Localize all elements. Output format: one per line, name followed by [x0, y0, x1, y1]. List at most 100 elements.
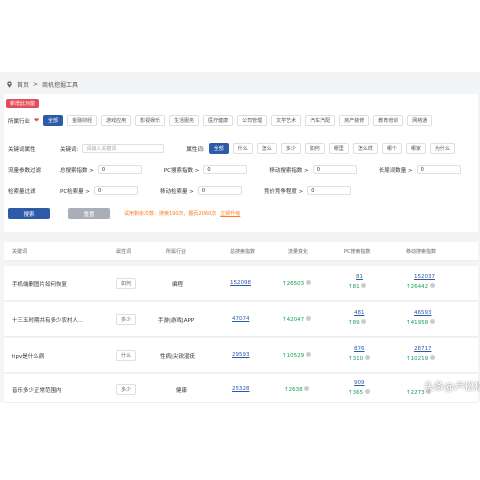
row-mobile-index[interactable]: 152037: [414, 274, 435, 280]
row-pc-change: ↑89: [348, 319, 367, 326]
actions-row: 搜索 重置 试用剩余次数：搜索190次，翻页2060次 立即升级: [8, 208, 240, 219]
pc-index-input[interactable]: 0: [203, 165, 248, 174]
trend-icon[interactable]: [305, 280, 311, 285]
column-header-traffic-change[interactable]: 流量变化: [288, 248, 308, 255]
longtail-count-input[interactable]: 0: [416, 165, 461, 174]
attr-option[interactable]: 为什么: [429, 143, 455, 154]
pc-volume-input[interactable]: 0: [94, 186, 139, 195]
trend-icon[interactable]: [361, 319, 367, 324]
keyword-input-label: 关键词:: [60, 146, 79, 153]
industry-option[interactable]: 生活服务: [169, 115, 200, 126]
row-pc-change-value: 310: [352, 356, 364, 362]
row-traffic-change: ↑26503: [282, 280, 311, 287]
row-total-index[interactable]: 25328: [232, 386, 250, 392]
row-pc-index[interactable]: 81: [356, 274, 363, 280]
row-mobile-change-value: 2273: [410, 390, 425, 396]
row-total-index[interactable]: 152098: [230, 280, 251, 286]
volume-field-label: PC检索量 >: [60, 188, 91, 195]
row-total-index[interactable]: 29593: [232, 352, 250, 358]
mobile-index-input[interactable]: 0: [312, 165, 357, 174]
attr-option[interactable]: 哪里: [328, 143, 349, 154]
row-total-index[interactable]: 47074: [232, 316, 250, 322]
trend-icon[interactable]: [364, 355, 370, 360]
row-pc-index[interactable]: 909: [354, 380, 365, 386]
traffic-field-label: 长尾词数量 >: [378, 167, 413, 174]
attr-option[interactable]: 哪个: [381, 143, 402, 154]
column-header-keyword: 关键词: [12, 249, 28, 255]
industry-option[interactable]: 网络通: [407, 115, 433, 126]
column-header-pc-index[interactable]: PC搜索指数: [344, 248, 371, 255]
row-industry: 手游|游戏|APP: [158, 318, 195, 324]
trend-icon[interactable]: [305, 316, 311, 321]
industry-option[interactable]: 文学艺术: [271, 115, 302, 126]
row-keyword[interactable]: 十三五时期共有多少农村人...: [12, 316, 83, 324]
industry-label: 所属行业: [8, 118, 31, 125]
keyword-filter-row: 关键词属性 关键词: 请输入关键词 属性词: 全部 什么 怎么 多少 如何 哪里…: [8, 143, 455, 154]
row-industry: 健康: [176, 388, 188, 394]
attr-option[interactable]: 哪家: [405, 143, 426, 154]
industry-option[interactable]: 汽车汽配: [305, 115, 336, 126]
row-pc-change-value: 81: [352, 284, 360, 290]
keyword-attr-label: 关键词属性: [8, 146, 36, 153]
row-pc-index[interactable]: 876: [354, 346, 365, 352]
upgrade-link[interactable]: 立即升级: [220, 210, 240, 217]
industry-option[interactable]: 房产装修: [339, 115, 370, 126]
attr-option[interactable]: 怎么: [256, 143, 277, 154]
attr-option[interactable]: 怎么样: [352, 143, 378, 154]
trend-icon[interactable]: [429, 283, 435, 288]
row-mobile-index[interactable]: 46593: [414, 310, 432, 316]
column-header-total-index[interactable]: 总搜索指数: [230, 248, 255, 255]
keyword-input-placeholder: 请输入关键词: [86, 146, 117, 152]
column-header-industry[interactable]: 所属行业: [166, 248, 186, 255]
top-blank-band: [0, 0, 480, 72]
trial-remaining-hint: 试用剩余次数：搜索190次，翻页2060次: [124, 211, 217, 217]
industry-option[interactable]: 医疗健康: [203, 115, 234, 126]
search-button[interactable]: 搜索: [8, 208, 50, 219]
row-pc-change: ↑310: [348, 355, 370, 362]
row-traffic-change-value: 10529: [286, 353, 305, 359]
reset-button[interactable]: 重置: [68, 208, 110, 219]
industry-option[interactable]: 全部: [43, 115, 64, 126]
industry-filter-row: 所属行业 ❤ 全部 金融财经 游戏应用 影视娱乐 生活服务 医疗健康 公司管理 …: [8, 115, 433, 126]
trend-icon[interactable]: [304, 386, 310, 391]
breadcrumb-home[interactable]: 首页: [17, 80, 29, 89]
trend-icon[interactable]: [305, 352, 311, 357]
attr-option[interactable]: 全部: [208, 143, 229, 154]
mobile-volume-input[interactable]: 0: [197, 186, 242, 195]
row-pc-index[interactable]: 481: [354, 310, 365, 316]
traffic-field-label: 总搜索指数 >: [60, 167, 94, 174]
row-keyword[interactable]: hpv是什么病: [12, 352, 44, 360]
row-mobile-change-value: 41958: [410, 320, 429, 326]
attr-option[interactable]: 多少: [280, 143, 301, 154]
total-index-input[interactable]: 0: [97, 165, 142, 174]
attr-option[interactable]: 如何: [304, 143, 325, 154]
heart-icon: ❤: [34, 117, 40, 124]
industry-option[interactable]: 游戏应用: [101, 115, 132, 126]
row-traffic-change-value: 42047: [286, 317, 305, 323]
row-mobile-index[interactable]: 28717: [414, 346, 432, 352]
trend-icon[interactable]: [361, 283, 367, 288]
trend-icon[interactable]: [364, 389, 370, 394]
row-attr-tag: 如何: [116, 278, 137, 289]
row-keyword[interactable]: 手机端删图片如何恢复: [12, 280, 67, 288]
attr-option[interactable]: 什么: [232, 143, 253, 154]
industry-option[interactable]: 金融财经: [67, 115, 98, 126]
trend-icon[interactable]: [429, 355, 435, 360]
attr-word-label: 属性词:: [186, 146, 205, 153]
table-row: 手机端删图片如何恢复 如何 编程 152098 ↑26503 81 ↑81 15…: [4, 266, 478, 301]
bid-competition-input[interactable]: 0: [307, 186, 352, 195]
industry-option[interactable]: 教育培训: [373, 115, 404, 126]
column-header-mobile-index[interactable]: 移动搜索指数: [406, 248, 436, 255]
row-attr-tag: 多少: [116, 314, 137, 325]
row-mobile-change: ↑41958: [406, 319, 435, 326]
volume-field-label: 移动检索量 >: [160, 188, 194, 195]
keyword-input[interactable]: 请输入关键词: [82, 144, 165, 153]
column-header-attr[interactable]: 属性词: [116, 248, 131, 255]
trend-icon[interactable]: [429, 319, 435, 324]
industry-option[interactable]: 影视娱乐: [135, 115, 166, 126]
row-keyword[interactable]: 音乐多少正常范围内: [12, 386, 62, 394]
row-traffic-change: ↑10529: [282, 352, 311, 359]
breadcrumb: 首页 > 商机挖掘工具: [6, 80, 78, 89]
industry-option[interactable]: 公司管理: [237, 115, 268, 126]
search-volume-filter-row: 检索量过滤 PC检索量 > 0 移动检索量 > 0 竞价竞争程度 > 0: [8, 186, 352, 195]
